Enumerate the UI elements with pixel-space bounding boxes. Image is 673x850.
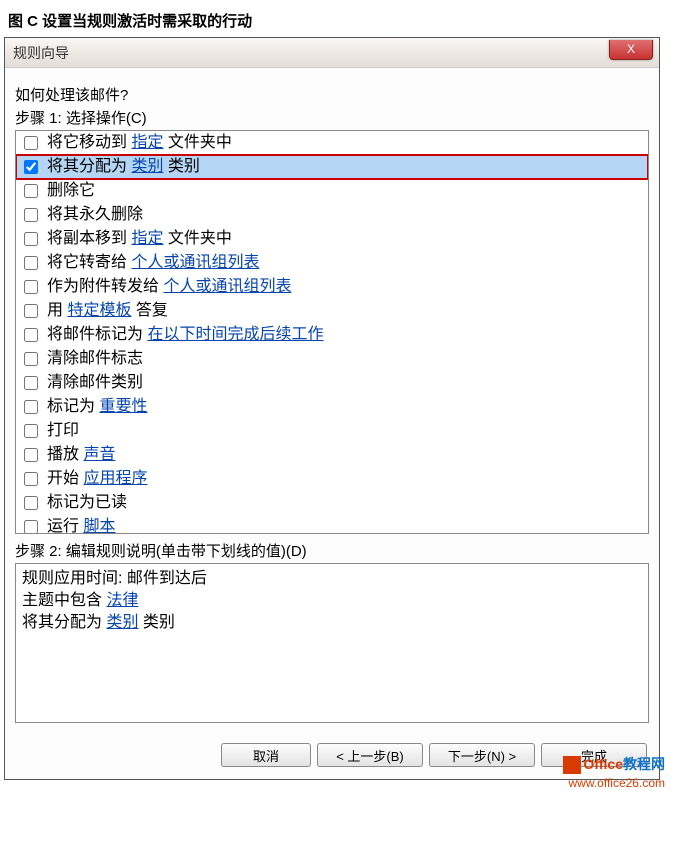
action-item[interactable]: 标记为已读 bbox=[16, 491, 648, 515]
action-label: 删除它 bbox=[47, 180, 95, 202]
step2-sub: 步骤 2: 编辑规则说明(单击带下划线的值)(D) bbox=[15, 540, 649, 561]
action-label: 清除邮件类别 bbox=[47, 372, 143, 394]
action-item[interactable]: 将其永久删除 bbox=[16, 203, 648, 227]
button-row: 取消 < 上一步(B) 下一步(N) > 完成 bbox=[15, 741, 649, 769]
dialog-content: 如何处理该邮件? 步骤 1: 选择操作(C) 将它移动到 指定 文件夹中将其分配… bbox=[5, 68, 659, 779]
action-item[interactable]: 将它移动到 指定 文件夹中 bbox=[16, 131, 648, 155]
action-label: 运行 脚本 bbox=[47, 516, 115, 534]
action-link[interactable]: 特定模板 bbox=[67, 302, 131, 319]
cancel-button[interactable]: 取消 bbox=[221, 743, 311, 767]
rule-description: 规则应用时间: 邮件到达后 主题中包含 法律 将其分配为 类别 类别 bbox=[15, 563, 649, 723]
action-item[interactable]: 打印 bbox=[16, 419, 648, 443]
dialog-window: 规则向导 X 如何处理该邮件? 步骤 1: 选择操作(C) 将它移动到 指定 文… bbox=[4, 37, 660, 780]
finish-button[interactable]: 完成 bbox=[541, 743, 647, 767]
action-checkbox[interactable] bbox=[24, 256, 38, 270]
action-link[interactable]: 重要性 bbox=[99, 398, 147, 415]
action-link[interactable]: 指定 bbox=[131, 230, 163, 247]
action-label: 将它移动到 指定 文件夹中 bbox=[47, 132, 232, 154]
action-checkbox[interactable] bbox=[24, 280, 38, 294]
action-link[interactable]: 声音 bbox=[83, 446, 115, 463]
titlebar: 规则向导 X bbox=[5, 38, 659, 68]
action-label: 将它转寄给 个人或通讯组列表 bbox=[47, 252, 259, 274]
prev-button[interactable]: < 上一步(B) bbox=[317, 743, 423, 767]
action-item[interactable]: 清除邮件类别 bbox=[16, 371, 648, 395]
action-item[interactable]: 播放 声音 bbox=[16, 443, 648, 467]
action-checkbox[interactable] bbox=[24, 232, 38, 246]
action-checkbox[interactable] bbox=[24, 136, 38, 150]
step1-sub: 步骤 1: 选择操作(C) bbox=[15, 107, 649, 128]
action-item[interactable]: 将其分配为 类别 类别 bbox=[16, 155, 648, 179]
action-link[interactable]: 脚本 bbox=[83, 518, 115, 534]
action-link[interactable]: 指定 bbox=[131, 134, 163, 151]
action-checkbox[interactable] bbox=[24, 448, 38, 462]
action-item[interactable]: 将副本移到 指定 文件夹中 bbox=[16, 227, 648, 251]
desc-link-category[interactable]: 类别 bbox=[106, 614, 138, 631]
action-item[interactable]: 标记为 重要性 bbox=[16, 395, 648, 419]
figure-caption: 图 C 设置当规则激活时需采取的行动 bbox=[0, 0, 673, 37]
action-checkbox[interactable] bbox=[24, 184, 38, 198]
desc-link-subject[interactable]: 法律 bbox=[106, 592, 138, 609]
action-link[interactable]: 在以下时间完成后续工作 bbox=[147, 326, 323, 343]
action-item[interactable]: 开始 应用程序 bbox=[16, 467, 648, 491]
window-title: 规则向导 bbox=[13, 45, 69, 61]
action-item[interactable]: 运行 脚本 bbox=[16, 515, 648, 534]
action-item[interactable]: 清除邮件标志 bbox=[16, 347, 648, 371]
next-button[interactable]: 下一步(N) > bbox=[429, 743, 535, 767]
desc-line-1: 规则应用时间: 邮件到达后 bbox=[22, 568, 642, 590]
action-link[interactable]: 类别 bbox=[131, 158, 163, 175]
action-checkbox[interactable] bbox=[24, 424, 38, 438]
action-label: 用 特定模板 答复 bbox=[47, 300, 168, 322]
action-link[interactable]: 个人或通讯组列表 bbox=[131, 254, 259, 271]
action-label: 清除邮件标志 bbox=[47, 348, 143, 370]
action-label: 打印 bbox=[47, 420, 79, 442]
action-label: 作为附件转发给 个人或通讯组列表 bbox=[47, 276, 291, 298]
watermark-url: www.office26.com bbox=[569, 776, 666, 790]
action-checkbox[interactable] bbox=[24, 208, 38, 222]
desc-line-2: 主题中包含 法律 bbox=[22, 590, 642, 612]
action-item[interactable]: 将它转寄给 个人或通讯组列表 bbox=[16, 251, 648, 275]
action-checkbox[interactable] bbox=[24, 472, 38, 486]
action-checkbox[interactable] bbox=[24, 328, 38, 342]
action-label: 标记为已读 bbox=[47, 492, 127, 514]
action-checkbox[interactable] bbox=[24, 520, 38, 534]
action-item[interactable]: 删除它 bbox=[16, 179, 648, 203]
action-label: 开始 应用程序 bbox=[47, 468, 147, 490]
action-label: 标记为 重要性 bbox=[47, 396, 147, 418]
action-checkbox[interactable] bbox=[24, 304, 38, 318]
step1-heading: 如何处理该邮件? bbox=[15, 84, 649, 105]
action-label: 将其分配为 类别 类别 bbox=[47, 156, 200, 178]
action-item[interactable]: 将邮件标记为 在以下时间完成后续工作 bbox=[16, 323, 648, 347]
action-item[interactable]: 用 特定模板 答复 bbox=[16, 299, 648, 323]
action-checkbox[interactable] bbox=[24, 160, 38, 174]
action-item[interactable]: 作为附件转发给 个人或通讯组列表 bbox=[16, 275, 648, 299]
desc-line-3: 将其分配为 类别 类别 bbox=[22, 612, 642, 634]
action-list[interactable]: 将它移动到 指定 文件夹中将其分配为 类别 类别删除它将其永久删除将副本移到 指… bbox=[15, 130, 649, 534]
action-label: 播放 声音 bbox=[47, 444, 115, 466]
action-link[interactable]: 应用程序 bbox=[83, 470, 147, 487]
action-label: 将副本移到 指定 文件夹中 bbox=[47, 228, 232, 250]
action-label: 将邮件标记为 在以下时间完成后续工作 bbox=[47, 324, 323, 346]
action-link[interactable]: 个人或通讯组列表 bbox=[163, 278, 291, 295]
action-checkbox[interactable] bbox=[24, 352, 38, 366]
action-label: 将其永久删除 bbox=[47, 204, 143, 226]
action-checkbox[interactable] bbox=[24, 400, 38, 414]
action-checkbox[interactable] bbox=[24, 376, 38, 390]
close-button[interactable]: X bbox=[609, 40, 653, 60]
action-checkbox[interactable] bbox=[24, 496, 38, 510]
